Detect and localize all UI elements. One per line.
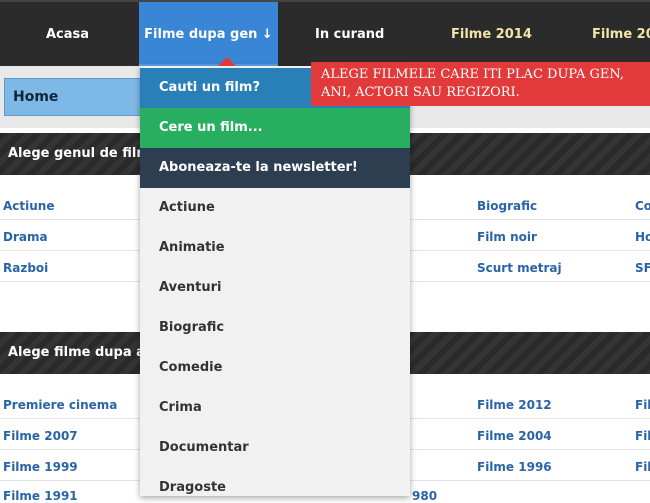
dropdown-genre-item[interactable]: Actiune (159, 200, 215, 215)
dropdown-genre-item[interactable]: Animatie (159, 240, 225, 255)
genre-link[interactable]: Actiune (3, 199, 54, 213)
dropdown-genre-item[interactable]: Comedie (159, 360, 222, 375)
year-link[interactable]: Fil (635, 460, 650, 474)
year-link[interactable]: Filme 1991 (3, 489, 78, 503)
tooltip-line: ANI, ACTORI SAU REGIZORI. (321, 85, 520, 100)
nav-in-curand[interactable]: In curand (315, 2, 384, 66)
genre-link[interactable]: Biografic (477, 199, 537, 213)
year-link[interactable]: 980 (412, 489, 437, 503)
nav-filme-partial[interactable]: Filme 20 (592, 2, 650, 66)
nav-filme-2014[interactable]: Filme 2014 (451, 2, 532, 66)
genre-link[interactable]: Co (635, 199, 650, 213)
genre-link[interactable]: Drama (3, 230, 48, 244)
year-link[interactable]: Fil (635, 398, 650, 412)
dropdown-genre-item[interactable]: Crima (159, 400, 202, 415)
dropdown-genre-item[interactable]: Aventuri (159, 280, 221, 295)
year-link[interactable]: Filme 1999 (3, 460, 78, 474)
tooltip-hint: ALEGE FILMELE CARE ITI PLAC DUPA GEN, AN… (311, 62, 650, 106)
dropdown-genre-item[interactable]: Documentar (159, 440, 249, 455)
genre-link[interactable]: Film noir (477, 230, 537, 244)
newsletter-button[interactable]: Aboneaza-te la newsletter! (140, 148, 410, 188)
year-link[interactable]: Filme 2004 (477, 429, 552, 443)
year-link[interactable]: Filme 2007 (3, 429, 78, 443)
request-film-button[interactable]: Cere un film... (140, 108, 410, 148)
tooltip-caret (218, 57, 236, 66)
genre-link[interactable]: Razboi (3, 261, 48, 275)
genre-link[interactable]: SF (635, 261, 650, 275)
dropdown-genre-item[interactable]: Dragoste (159, 480, 226, 495)
year-link[interactable]: Premiere cinema (3, 398, 117, 412)
year-link[interactable]: Filme 2012 (477, 398, 552, 412)
nav-filme-dupa-gen[interactable]: Filme dupa gen ↓ (139, 2, 278, 66)
genre-dropdown-menu: Cauti un film? Cere un film... Aboneaza-… (140, 66, 410, 496)
genre-link[interactable]: Scurt metraj (477, 261, 562, 275)
top-navigation: Acasa Filme dupa gen ↓ In curand Filme 2… (0, 0, 650, 66)
breadcrumb-home[interactable]: Home (4, 78, 144, 116)
year-link[interactable]: Filme 1996 (477, 460, 552, 474)
dropdown-genre-item[interactable]: Biografic (159, 320, 224, 335)
year-link[interactable]: Fil (635, 429, 650, 443)
nav-acasa[interactable]: Acasa (46, 2, 89, 66)
tooltip-line: ALEGE FILMELE CARE ITI PLAC DUPA GEN, (321, 67, 625, 82)
genre-link[interactable]: Ho (635, 230, 650, 244)
